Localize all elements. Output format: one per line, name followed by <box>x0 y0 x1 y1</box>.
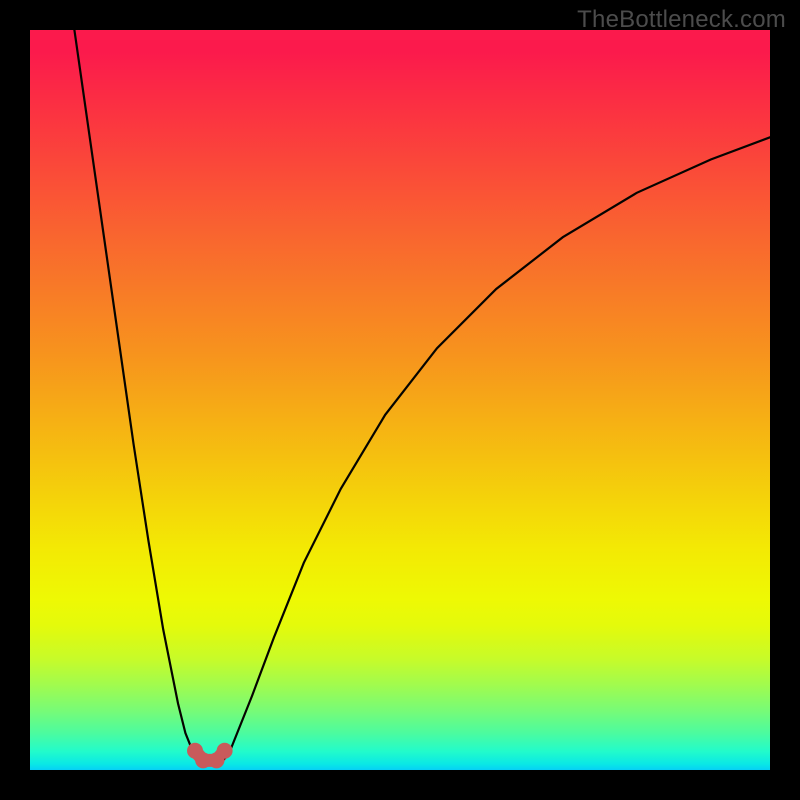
trough-marker <box>217 743 233 759</box>
watermark-text: TheBottleneck.com <box>577 6 786 34</box>
curve-layer <box>30 30 770 770</box>
right-branch-curve <box>222 137 770 761</box>
plot-area <box>30 30 770 770</box>
left-branch-curve <box>74 30 200 761</box>
chart-frame: TheBottleneck.com <box>0 0 800 800</box>
